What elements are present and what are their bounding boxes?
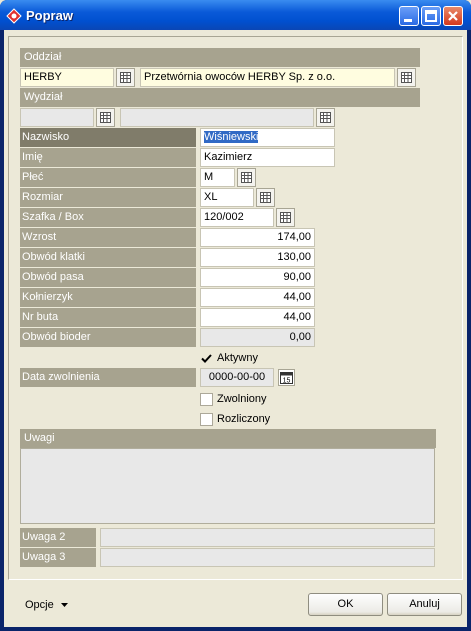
minimize-button[interactable] — [399, 6, 419, 26]
uwaga2-label: Uwaga 2 — [20, 528, 96, 547]
lookup-grid-icon — [280, 212, 291, 223]
data-zwolnienia-calendar-button[interactable]: 15 — [278, 369, 295, 386]
nazwisko-label: Nazwisko — [20, 128, 196, 147]
zwolniony-checkbox[interactable] — [200, 393, 213, 406]
rozmiar-label: Rozmiar — [20, 188, 196, 207]
ok-button[interactable]: OK — [308, 593, 383, 616]
nazwisko-value: Wiśniewski — [204, 131, 259, 143]
calendar-icon: 15 — [280, 372, 293, 385]
imie-label: Imię — [20, 148, 196, 167]
szafka-lookup-button[interactable] — [276, 208, 295, 227]
close-button[interactable] — [443, 6, 463, 26]
dialog-body: Oddział HERBY Przetwórnia owoców HERBY S… — [4, 30, 467, 627]
kolnierzyk-label: Kołnierzyk — [20, 288, 196, 307]
maximize-icon — [425, 10, 437, 22]
szafka-field[interactable]: 120/002 — [200, 208, 274, 227]
rozliczony-checkbox[interactable] — [200, 413, 213, 426]
oddzial-code-field[interactable]: HERBY — [20, 68, 114, 87]
plec-field[interactable]: M — [200, 168, 235, 187]
nazwisko-field[interactable]: Wiśniewski — [200, 128, 335, 147]
oddzial-name-lookup-button[interactable] — [397, 68, 416, 87]
uwaga2-field[interactable] — [100, 528, 435, 547]
app-icon — [6, 8, 22, 24]
lookup-grid-icon — [320, 112, 331, 123]
plec-label: Płeć — [20, 168, 196, 187]
obwod-klatki-label: Obwód klatki — [20, 248, 196, 267]
dropdown-arrow-icon — [60, 603, 68, 607]
data-zwolnienia-label: Data zwolnienia — [20, 368, 196, 387]
close-icon — [448, 11, 458, 21]
uwaga3-label: Uwaga 3 — [20, 548, 96, 567]
data-zwolnienia-field[interactable]: 0000-00-00 — [200, 368, 274, 387]
minimize-icon — [404, 19, 412, 22]
rozliczony-label: Rozliczony — [217, 413, 271, 425]
obwod-pasa-field[interactable]: 90,00 — [200, 268, 315, 287]
obwod-bioder-label: Obwód bioder — [20, 328, 196, 347]
check-icon — [201, 354, 212, 363]
wzrost-label: Wzrost — [20, 228, 196, 247]
obwod-bioder-field[interactable]: 0,00 — [200, 328, 315, 347]
svg-text:15: 15 — [283, 378, 291, 385]
lookup-grid-icon — [401, 72, 412, 83]
nr-buta-field[interactable]: 44,00 — [200, 308, 315, 327]
aktywny-label: Aktywny — [217, 352, 258, 364]
section-uwagi-header: Uwagi — [20, 429, 436, 448]
form-panel: Oddział HERBY Przetwórnia owoców HERBY S… — [8, 36, 463, 580]
oddzial-code-lookup-button[interactable] — [116, 68, 135, 87]
section-oddzial-header: Oddział — [20, 48, 420, 67]
title-bar[interactable]: Popraw — [0, 0, 471, 30]
plec-lookup-button[interactable] — [237, 168, 256, 187]
imie-field[interactable]: Kazimierz — [200, 148, 335, 167]
lookup-grid-icon — [120, 72, 131, 83]
section-wydzial-header: Wydział — [20, 88, 420, 107]
kolnierzyk-field[interactable]: 44,00 — [200, 288, 315, 307]
oddzial-name-field[interactable]: Przetwórnia owoców HERBY Sp. z o.o. — [140, 68, 395, 87]
rozmiar-field[interactable]: XL — [200, 188, 254, 207]
lookup-grid-icon — [100, 112, 111, 123]
wydzial-name-lookup-button[interactable] — [316, 108, 335, 127]
obwod-pasa-label: Obwód pasa — [20, 268, 196, 287]
rozmiar-lookup-button[interactable] — [256, 188, 275, 207]
lookup-grid-icon — [241, 172, 252, 183]
maximize-button[interactable] — [421, 6, 441, 26]
wydzial-code-field[interactable] — [20, 108, 94, 127]
dialog-window: Popraw Oddział HERBY Przetwórnia owoców … — [0, 0, 471, 631]
options-menu-button[interactable]: Opcje — [25, 599, 69, 611]
lookup-grid-icon — [260, 192, 271, 203]
uwaga3-field[interactable] — [100, 548, 435, 567]
options-label: Opcje — [25, 599, 54, 611]
wzrost-field[interactable]: 174,00 — [200, 228, 315, 247]
uwagi-textarea[interactable] — [20, 448, 435, 524]
window-title: Popraw — [26, 8, 73, 23]
wydzial-code-lookup-button[interactable] — [96, 108, 115, 127]
obwod-klatki-field[interactable]: 130,00 — [200, 248, 315, 267]
aktywny-checkbox[interactable] — [200, 352, 213, 365]
szafka-label: Szafka / Box — [20, 208, 196, 227]
zwolniony-label: Zwolniony — [217, 393, 267, 405]
wydzial-name-field[interactable] — [120, 108, 314, 127]
cancel-button[interactable]: Anuluj — [387, 593, 462, 616]
nr-buta-label: Nr buta — [20, 308, 196, 327]
